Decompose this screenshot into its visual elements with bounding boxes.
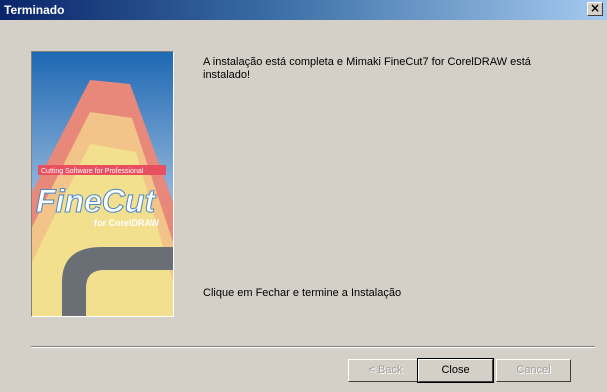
close-button[interactable]: Close: [417, 358, 494, 383]
finecut-logo-art: Cutting Software for Professional FineCu…: [32, 52, 173, 316]
banner-tagline: Cutting Software for Professional: [41, 168, 144, 175]
divider: [31, 346, 595, 348]
completion-message: A instalação está completa e Mimaki Fine…: [203, 56, 531, 81]
banner-subtitle: for CorelDRAW: [94, 218, 160, 228]
product-banner-image: Cutting Software for Professional FineCu…: [31, 51, 174, 317]
close-window-button[interactable]: ×: [587, 2, 603, 16]
banner-logo: FineCut: [36, 183, 156, 219]
back-button[interactable]: < Back: [348, 359, 423, 382]
installer-dialog: Terminado × Cutting Software for Profess…: [0, 0, 607, 392]
finish-instruction: Clique em Fechar e termine a Instalação: [203, 287, 402, 299]
cancel-button[interactable]: Cancel: [496, 359, 571, 382]
window-title: Terminado: [4, 3, 65, 17]
title-bar: Terminado ×: [0, 0, 607, 20]
